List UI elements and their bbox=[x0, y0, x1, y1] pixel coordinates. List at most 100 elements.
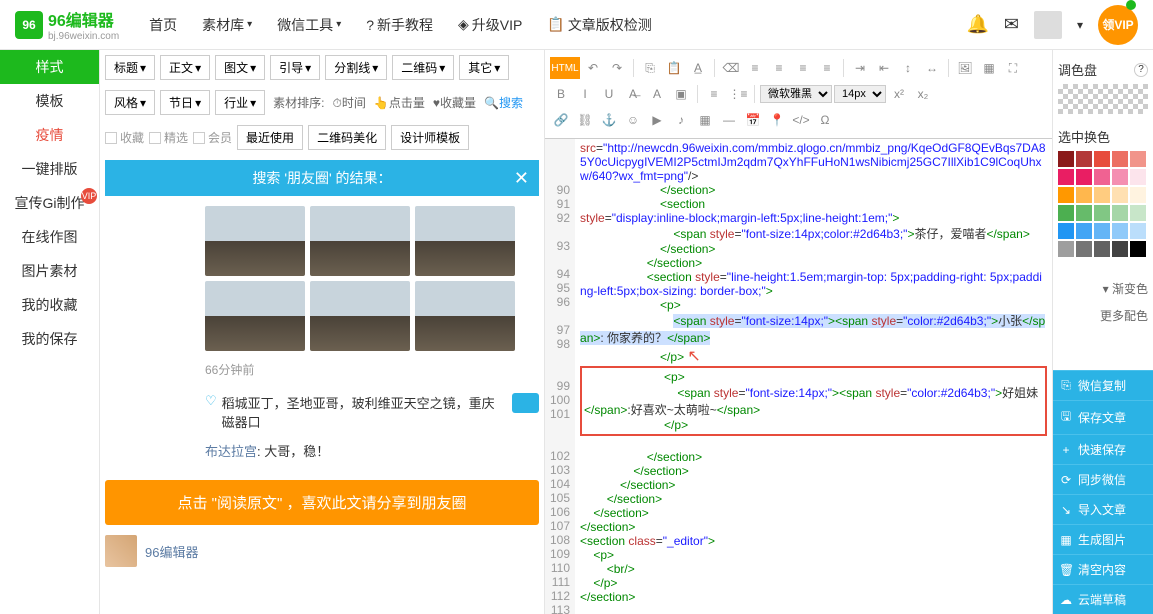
color-swatch[interactable] bbox=[1058, 205, 1074, 221]
italic-icon[interactable]: I bbox=[574, 83, 596, 105]
copy-icon[interactable]: ⎘ bbox=[639, 57, 661, 79]
filter-other[interactable]: 其它▾ bbox=[459, 55, 509, 80]
tab-saved[interactable]: 我的保存 bbox=[0, 322, 99, 356]
image-icon[interactable]: 🖼 bbox=[954, 57, 976, 79]
btn-recent[interactable]: 最近使用 bbox=[237, 125, 303, 150]
code-area[interactable]: 909192 93 949596 9798 99100101 102103104… bbox=[545, 139, 1052, 614]
thumb[interactable] bbox=[310, 206, 410, 276]
nav-home[interactable]: 首页 bbox=[149, 15, 177, 35]
color-swatch[interactable] bbox=[1076, 151, 1092, 167]
color-swatch[interactable] bbox=[1112, 241, 1128, 257]
filter-industry[interactable]: 行业▾ bbox=[215, 90, 265, 115]
filter-style[interactable]: 风格▾ bbox=[105, 90, 155, 115]
color-swatch[interactable] bbox=[1112, 223, 1128, 239]
code-content[interactable]: src="http://newcdn.96weixin.com/mmbiz.ql… bbox=[575, 139, 1052, 614]
color-swatch[interactable] bbox=[1112, 205, 1128, 221]
align-center-icon[interactable]: ≡ bbox=[768, 57, 790, 79]
color-swatch[interactable] bbox=[1130, 187, 1146, 203]
color-swatch[interactable] bbox=[1130, 169, 1146, 185]
color-swatch[interactable] bbox=[1130, 241, 1146, 257]
color-swatch[interactable] bbox=[1130, 151, 1146, 167]
check-featured[interactable]: 精选 bbox=[149, 129, 188, 146]
btn-qrbeauty[interactable]: 二维码美化 bbox=[308, 125, 386, 150]
color-swatch[interactable] bbox=[1130, 205, 1146, 221]
nav-vip[interactable]: ◈升级VIP bbox=[458, 15, 522, 35]
clearformat-icon[interactable]: ⌫ bbox=[720, 57, 742, 79]
help-icon[interactable]: ? bbox=[1134, 63, 1148, 77]
search-button[interactable]: 🔍搜索 bbox=[484, 94, 523, 111]
unlink-icon[interactable]: ⛓ bbox=[574, 109, 596, 131]
thumb[interactable] bbox=[205, 281, 305, 351]
bgcolor-icon[interactable]: ▣ bbox=[670, 83, 692, 105]
anchor-icon[interactable]: ⚓ bbox=[598, 109, 620, 131]
color-swatch[interactable] bbox=[1094, 223, 1110, 239]
outdent-icon[interactable]: ⇤ bbox=[873, 57, 895, 79]
action-快速保存[interactable]: +快速保存 bbox=[1053, 434, 1153, 464]
ul-icon[interactable]: ⋮≡ bbox=[727, 83, 749, 105]
action-导入文章[interactable]: ↘导入文章 bbox=[1053, 494, 1153, 524]
nav-material[interactable]: 素材库▾ bbox=[202, 15, 252, 35]
action-保存文章[interactable]: 🖫保存文章 bbox=[1053, 400, 1153, 434]
gradient-link[interactable]: ▾ 渐变色 bbox=[1058, 275, 1148, 302]
tab-epidemic[interactable]: 疫情 bbox=[0, 118, 99, 152]
color-swatch[interactable] bbox=[1094, 241, 1110, 257]
thumb[interactable] bbox=[415, 281, 515, 351]
tab-template[interactable]: 模板 bbox=[0, 84, 99, 118]
color-swatch[interactable] bbox=[1076, 205, 1092, 221]
sub-icon[interactable]: x₂ bbox=[912, 83, 934, 105]
size-select[interactable]: 14px bbox=[834, 85, 886, 103]
spacing-icon[interactable]: ↔ bbox=[921, 57, 943, 79]
font-select[interactable]: 微软雅黑 bbox=[760, 85, 832, 103]
autoformat-icon[interactable]: A̲ bbox=[687, 57, 709, 79]
mail-icon[interactable]: ✉ bbox=[1004, 14, 1019, 35]
check-fav[interactable]: 收藏 bbox=[105, 129, 144, 146]
audio-icon[interactable]: ♪ bbox=[670, 109, 692, 131]
action-微信复制[interactable]: ⎘微信复制 bbox=[1053, 370, 1153, 400]
tab-style[interactable]: 样式 bbox=[0, 50, 99, 84]
color-swatch[interactable] bbox=[1112, 169, 1128, 185]
color-swatch[interactable] bbox=[1076, 169, 1092, 185]
bell-icon[interactable]: 🔔 bbox=[966, 14, 988, 35]
tab-gif[interactable]: 宣传Gi制作VIP bbox=[0, 186, 99, 220]
action-生成图片[interactable]: ▦生成图片 bbox=[1053, 524, 1153, 554]
chevron-down-icon[interactable]: ▾ bbox=[1077, 18, 1083, 32]
close-icon[interactable]: ✕ bbox=[514, 168, 529, 189]
special-icon[interactable]: Ω bbox=[814, 109, 836, 131]
filter-body[interactable]: 正文▾ bbox=[160, 55, 210, 80]
tab-typeset[interactable]: 一键排版 bbox=[0, 152, 99, 186]
color-swatch[interactable] bbox=[1094, 169, 1110, 185]
html-button[interactable]: HTML bbox=[550, 57, 580, 79]
nav-copyright[interactable]: 📋文章版权检测 bbox=[547, 15, 651, 35]
sup-icon[interactable]: x² bbox=[888, 83, 910, 105]
filter-imgtext[interactable]: 图文▾ bbox=[215, 55, 265, 80]
color-swatch[interactable] bbox=[1058, 223, 1074, 239]
nav-tutorial[interactable]: ?新手教程 bbox=[366, 15, 433, 35]
tab-favorites[interactable]: 我的收藏 bbox=[0, 288, 99, 322]
align-justify-icon[interactable]: ≡ bbox=[816, 57, 838, 79]
ol-icon[interactable]: ≡ bbox=[703, 83, 725, 105]
redo-icon[interactable]: ↷ bbox=[606, 57, 628, 79]
underline-icon[interactable]: U bbox=[598, 83, 620, 105]
lineheight-icon[interactable]: ↕ bbox=[897, 57, 919, 79]
filter-qrcode[interactable]: 二维码▾ bbox=[392, 55, 454, 80]
sort-favs[interactable]: ♥收藏量 bbox=[433, 94, 476, 111]
link-icon[interactable]: 🔗 bbox=[550, 109, 572, 131]
avatar[interactable] bbox=[1034, 11, 1062, 39]
filter-title[interactable]: 标题▾ bbox=[105, 55, 155, 80]
fullscreen-icon[interactable]: ⛶ bbox=[1002, 57, 1024, 79]
action-同步微信[interactable]: ⟳同步微信 bbox=[1053, 464, 1153, 494]
color-swatch[interactable] bbox=[1094, 187, 1110, 203]
color-icon[interactable]: A bbox=[646, 83, 668, 105]
thumb[interactable] bbox=[205, 206, 305, 276]
nav-wechat-tools[interactable]: 微信工具▾ bbox=[277, 15, 341, 35]
map-icon[interactable]: 📍 bbox=[766, 109, 788, 131]
filter-holiday[interactable]: 节日▾ bbox=[160, 90, 210, 115]
logo[interactable]: 96 96编辑器 bj.96weixin.com bbox=[15, 7, 119, 42]
color-swatch[interactable] bbox=[1058, 151, 1074, 167]
btn-designer[interactable]: 设计师模板 bbox=[391, 125, 469, 150]
emoji-icon[interactable]: ☺ bbox=[622, 109, 644, 131]
thumb[interactable] bbox=[310, 281, 410, 351]
more-colors-link[interactable]: 更多配色 bbox=[1058, 302, 1148, 329]
video-icon[interactable]: ▶ bbox=[646, 109, 668, 131]
color-swatch[interactable] bbox=[1076, 187, 1092, 203]
